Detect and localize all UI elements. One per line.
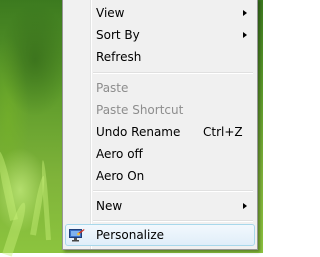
menu-item-paste-shortcut[interactable]: Paste Shortcut	[65, 99, 255, 121]
submenu-arrow-icon	[243, 10, 247, 16]
menu-item-aero-off[interactable]: Aero off	[65, 143, 255, 165]
menu-item-sort-by[interactable]: Sort By	[65, 24, 255, 46]
menu-item-label: Aero On	[96, 169, 145, 183]
menu-item-paste[interactable]: Paste	[65, 77, 255, 99]
menu-item-refresh[interactable]: Refresh	[65, 46, 255, 68]
wallpaper-grass-blade	[0, 150, 18, 221]
menu-separator	[93, 72, 253, 74]
menu-item-shortcut: Ctrl+Z	[203, 125, 243, 139]
menu-item-aero-on[interactable]: Aero On	[65, 165, 255, 187]
menu-item-new[interactable]: New	[65, 195, 255, 217]
menu-separator	[93, 190, 253, 192]
menu-item-view[interactable]: View	[65, 2, 255, 24]
menu-item-label: Undo Rename	[96, 125, 181, 139]
menu-separator	[93, 220, 253, 222]
submenu-arrow-icon	[243, 32, 247, 38]
menu-item-personalize[interactable]: Personalize	[65, 224, 255, 246]
menu-item-label: Personalize	[96, 228, 165, 242]
menu-item-label: Paste	[96, 81, 129, 95]
menu-item-undo-rename[interactable]: Undo Rename Ctrl+Z	[65, 121, 255, 143]
desktop-context-menu: View Sort By Refresh Paste Paste Shortcu…	[62, 0, 258, 250]
menu-item-label: View	[96, 6, 125, 20]
menu-item-label: Paste Shortcut	[96, 103, 184, 117]
menu-item-label: Sort By	[96, 28, 140, 42]
personalize-icon	[69, 228, 85, 242]
menu-item-label: Refresh	[96, 50, 142, 64]
menu-item-label: New	[96, 199, 123, 213]
submenu-arrow-icon	[243, 203, 247, 209]
menu-item-label: Aero off	[96, 147, 143, 161]
